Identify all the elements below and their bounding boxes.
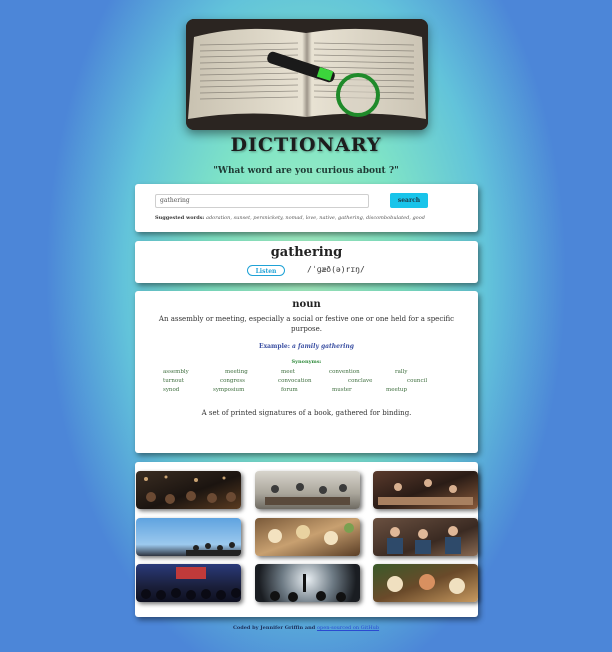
definition-text: An assembly or meeting, especially a soc… <box>158 315 455 333</box>
footer: Coded by Jennifer Griffin and open-sourc… <box>0 625 612 631</box>
sky-crowd-image[interactable] <box>136 518 241 556</box>
synonym-item[interactable]: turnout <box>163 378 184 384</box>
friends-image[interactable] <box>373 518 478 556</box>
search-input[interactable] <box>155 194 369 208</box>
suggested-words-list: adoration, sunset, persnickety, nomad, l… <box>206 215 425 221</box>
synonym-item[interactable]: convocation <box>278 378 312 384</box>
meeting-image[interactable] <box>255 471 360 509</box>
synonym-item[interactable]: symposium <box>213 387 244 393</box>
example: Example: a family gathering <box>135 343 478 350</box>
word-card: gathering Listen /ˈɡæð(ə)rɪŋ/ <box>135 241 478 283</box>
definition-card: noun An assembly or meeting, especially … <box>135 291 478 453</box>
synonym-item[interactable]: rally <box>395 369 408 375</box>
dinner-image[interactable] <box>373 471 478 509</box>
page-title: DICTIONARY <box>230 134 382 156</box>
github-link[interactable]: open-sourced on GitHub <box>317 625 379 631</box>
search-button[interactable]: search <box>390 193 428 208</box>
example-text: a family gathering <box>292 343 354 350</box>
footer-credit: Coded by Jennifer Griffin and <box>232 625 318 631</box>
feast-image[interactable] <box>373 564 478 602</box>
listen-button[interactable]: Listen <box>247 265 285 276</box>
synonym-item[interactable]: meetup <box>386 387 407 393</box>
synonym-item[interactable]: muster <box>332 387 352 393</box>
phonetic-text: /ˈɡæð(ə)rɪŋ/ <box>307 265 365 274</box>
synonym-item[interactable]: council <box>407 378 427 384</box>
suggested-words: Suggested words: adoration, sunset, pers… <box>155 215 425 221</box>
food-table-image[interactable] <box>255 518 360 556</box>
example-label: Example: <box>259 343 290 350</box>
synonym-item[interactable]: meet <box>281 369 295 375</box>
synonym-item[interactable]: synod <box>163 387 179 393</box>
image-gallery <box>135 462 478 617</box>
part-of-speech: noun <box>292 299 321 310</box>
crowd-image[interactable] <box>136 471 241 509</box>
synonym-item[interactable]: congress <box>220 378 245 384</box>
page-subtitle: "What word are you curious about ?" <box>213 166 399 176</box>
definition-text-2: A set of printed signatures of a book, g… <box>201 409 412 417</box>
concert-image[interactable] <box>255 564 360 602</box>
synonym-item[interactable]: convention <box>329 369 360 375</box>
synonym-item[interactable]: meeting <box>225 369 248 375</box>
search-card: search Suggested words: adoration, sunse… <box>135 184 478 232</box>
open-book-magnifier-image <box>186 19 428 130</box>
audience-image[interactable] <box>136 564 241 602</box>
hero-image-book <box>186 19 428 130</box>
synonym-item[interactable]: assembly <box>163 369 189 375</box>
synonym-item[interactable]: conclave <box>348 378 372 384</box>
synonyms-label: Synonyms: <box>291 359 322 365</box>
suggested-words-label: Suggested words: <box>155 215 205 221</box>
word-heading: gathering <box>270 245 343 260</box>
synonym-item[interactable]: forum <box>281 387 298 393</box>
